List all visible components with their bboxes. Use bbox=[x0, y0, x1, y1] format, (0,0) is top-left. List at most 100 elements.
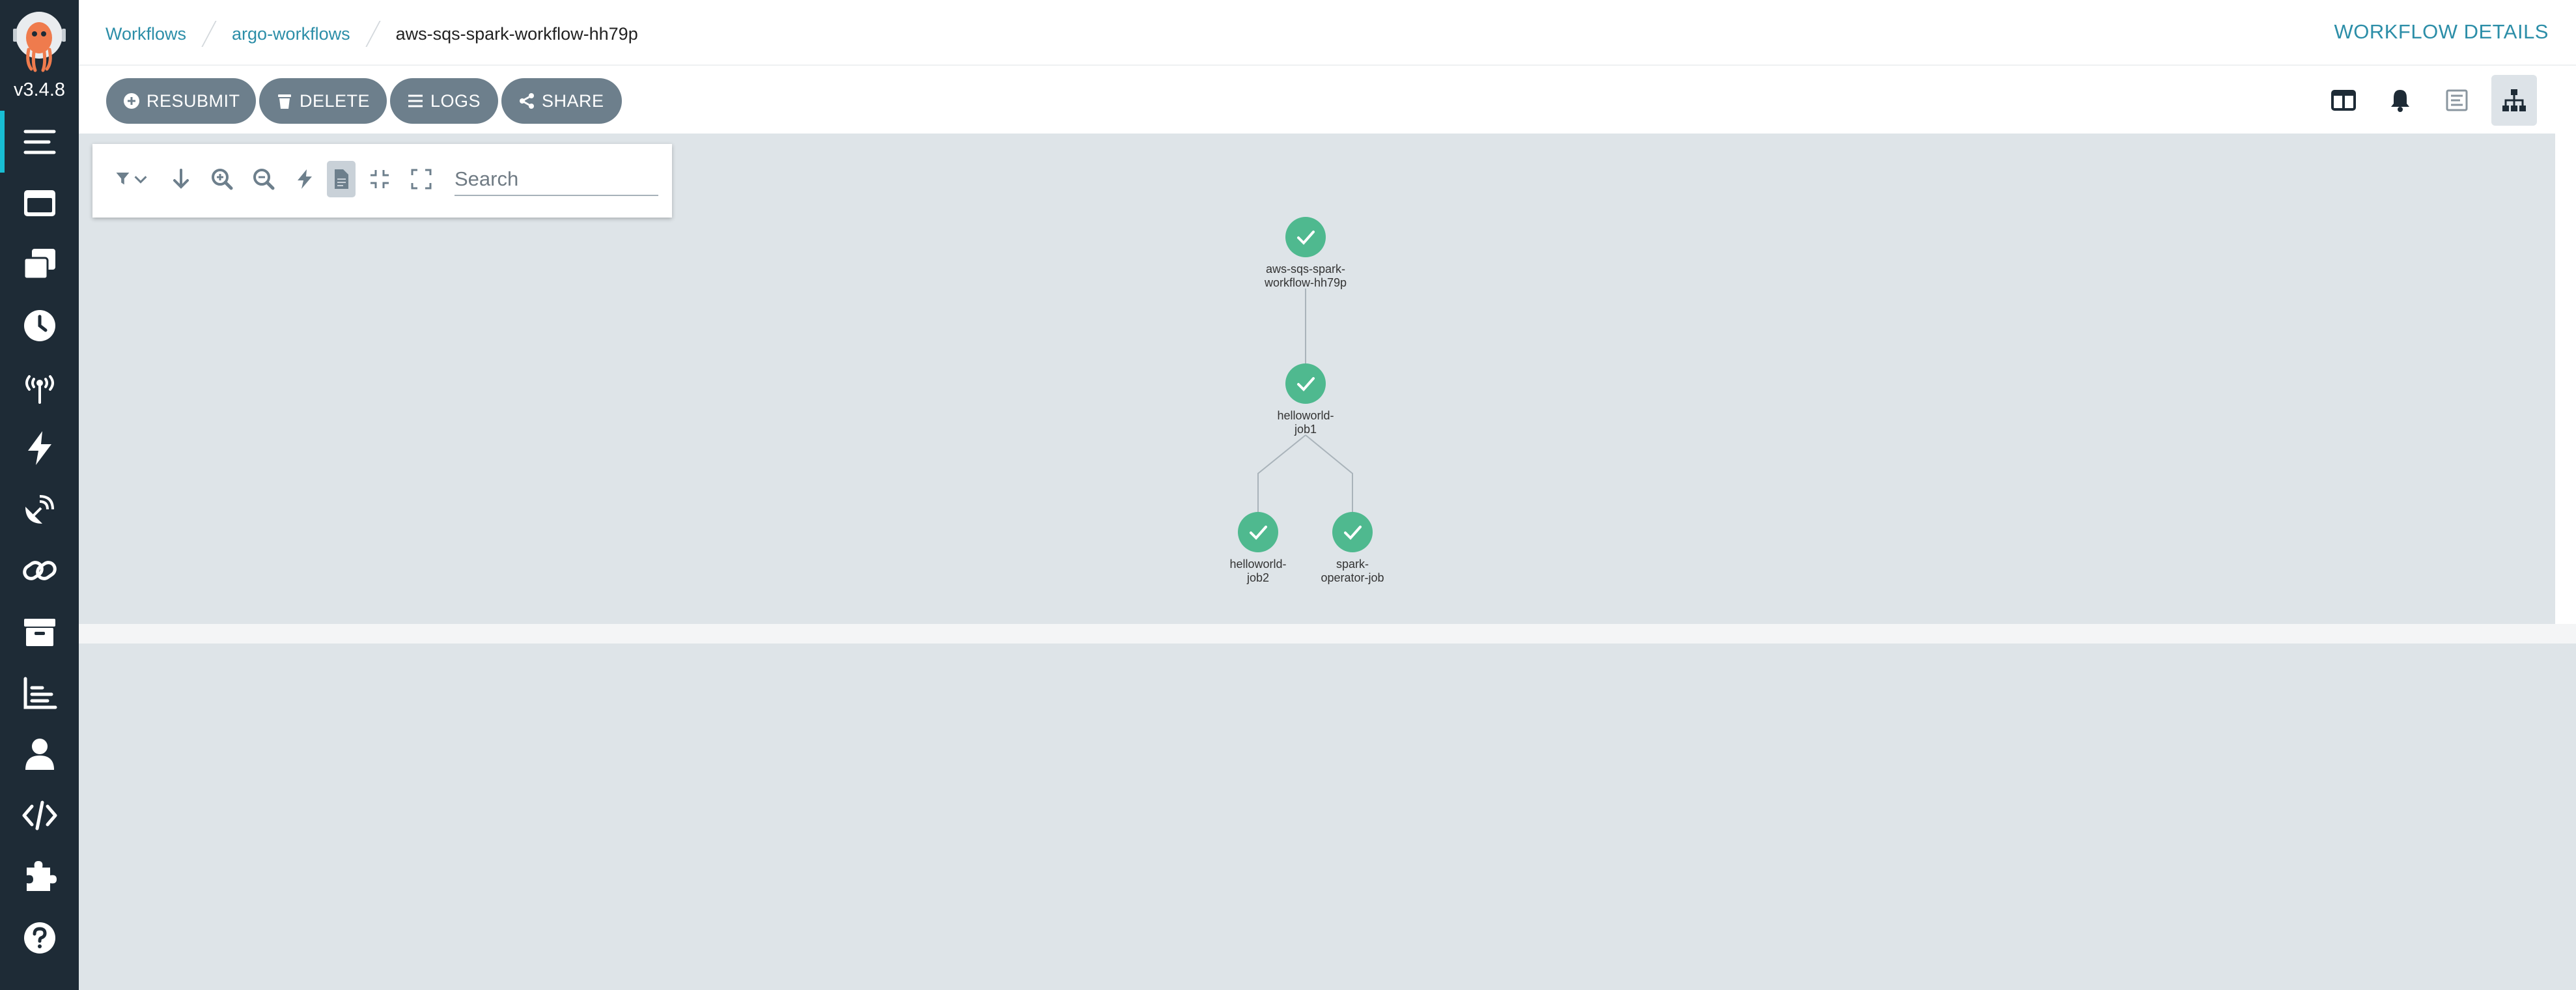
sidebar-item-reports[interactable] bbox=[0, 662, 79, 724]
sidebar-item-user[interactable] bbox=[0, 723, 79, 785]
breadcrumb-workflows-link[interactable]: Workflows bbox=[105, 24, 186, 44]
zoom-in-icon bbox=[212, 169, 233, 190]
graph-sitemap-icon bbox=[2502, 89, 2526, 111]
graph-view-button[interactable] bbox=[2491, 75, 2537, 126]
fast-render-toggle[interactable] bbox=[292, 161, 318, 197]
plus-circle-icon bbox=[124, 93, 139, 109]
summary-panel-icon bbox=[2331, 90, 2356, 111]
sidebar-item-sensors[interactable] bbox=[0, 417, 79, 479]
graph-node-root[interactable]: aws-sqs-spark-workflow-hh79p bbox=[1264, 217, 1347, 289]
broadcast-tower-icon bbox=[25, 375, 54, 404]
resubmit-button-label: RESUBMIT bbox=[147, 91, 240, 111]
sidebar-item-workflows[interactable] bbox=[0, 111, 79, 173]
clock-icon bbox=[23, 309, 55, 341]
sidebar-item-workflow-templates[interactable] bbox=[0, 172, 79, 234]
clone-icon bbox=[23, 248, 55, 279]
breadcrumb-separator bbox=[365, 21, 381, 47]
sidebar: v3.4.8 bbox=[0, 0, 79, 990]
page-header: Workflows argo-workflows aws-sqs-spark-w… bbox=[79, 0, 2576, 66]
graph-edge bbox=[1257, 434, 1306, 512]
delete-button[interactable]: DELETE bbox=[259, 78, 387, 124]
zoom-out-button[interactable] bbox=[251, 161, 277, 197]
graph-node-job1[interactable]: helloworld-job1 bbox=[1277, 363, 1334, 436]
sidebar-item-event-flow[interactable] bbox=[0, 478, 79, 540]
node-status-circle bbox=[1238, 512, 1278, 552]
direction-button[interactable] bbox=[168, 161, 194, 197]
breadcrumb-separator bbox=[201, 21, 217, 47]
logs-button[interactable]: LOGS bbox=[390, 78, 498, 124]
graph-search-input[interactable] bbox=[455, 163, 658, 196]
bolt-icon bbox=[27, 431, 51, 465]
breadcrumb-namespace-link[interactable]: argo-workflows bbox=[232, 24, 350, 44]
node-label: spark- bbox=[1336, 558, 1369, 571]
chart-bar-icon bbox=[23, 677, 57, 709]
graph-node-job2[interactable]: helloworld-job2 bbox=[1229, 512, 1287, 584]
node-label: job1 bbox=[1294, 423, 1317, 436]
bolt-icon bbox=[298, 169, 312, 189]
node-label: helloworld- bbox=[1277, 409, 1334, 422]
chevron-down-icon bbox=[134, 176, 147, 184]
action-toolbar: RESUBMIT DELETE LOGS SHARE bbox=[79, 67, 2576, 132]
sidebar-item-cluster-templates[interactable] bbox=[0, 233, 79, 295]
delete-button-label: DELETE bbox=[300, 91, 371, 111]
node-status-circle bbox=[1332, 512, 1373, 552]
sidebar-item-event-bindings[interactable] bbox=[0, 539, 79, 601]
collapse-button[interactable] bbox=[367, 161, 393, 197]
node-label: helloworld- bbox=[1229, 558, 1286, 571]
sidebar-item-cron-workflows[interactable] bbox=[0, 294, 79, 356]
workflow-graph-panel: aws-sqs-spark-workflow-hh79p helloworld-j… bbox=[79, 134, 2555, 624]
summary-panel-view-button[interactable] bbox=[2321, 75, 2366, 126]
version-label: v3.4.8 bbox=[14, 79, 65, 100]
list-icon bbox=[23, 130, 55, 154]
node-status-circle bbox=[1285, 217, 1326, 257]
sidebar-item-help[interactable] bbox=[0, 907, 79, 969]
page-title: WORKFLOW DETAILS bbox=[2334, 20, 2549, 43]
code-icon bbox=[22, 800, 57, 830]
argo-logo[interactable] bbox=[12, 9, 67, 74]
trash-icon bbox=[278, 94, 291, 109]
arrow-down-icon bbox=[173, 169, 189, 189]
share-button[interactable]: SHARE bbox=[501, 78, 622, 124]
zoom-in-button[interactable] bbox=[209, 161, 235, 197]
breadcrumb: Workflows argo-workflows aws-sqs-spark-w… bbox=[105, 21, 638, 47]
node-label: workflow-hh79p bbox=[1264, 276, 1347, 289]
satellite-dish-icon bbox=[25, 494, 54, 524]
resubmit-button[interactable]: RESUBMIT bbox=[106, 78, 256, 124]
graph-node-spark[interactable]: spark-operator-job bbox=[1321, 512, 1384, 584]
events-view-button[interactable] bbox=[2377, 75, 2423, 126]
question-circle-icon bbox=[23, 922, 55, 954]
share-alt-icon bbox=[520, 93, 534, 109]
details-panel-area bbox=[79, 644, 2576, 990]
expand-button[interactable] bbox=[408, 161, 434, 197]
zoom-out-icon bbox=[253, 169, 275, 190]
file-icon bbox=[335, 169, 348, 189]
user-icon bbox=[25, 738, 54, 770]
artifacts-toggle[interactable] bbox=[327, 161, 356, 197]
timeline-icon bbox=[2446, 89, 2468, 111]
node-label: aws-sqs-spark- bbox=[1266, 262, 1345, 276]
filter-icon bbox=[116, 173, 130, 185]
breadcrumb-current-workflow: aws-sqs-spark-workflow-hh79p bbox=[395, 23, 638, 44]
timeline-view-button[interactable] bbox=[2434, 75, 2480, 126]
puzzle-piece-icon bbox=[26, 860, 57, 891]
window-icon bbox=[23, 190, 55, 216]
archive-icon bbox=[23, 618, 55, 646]
sidebar-item-plugins[interactable] bbox=[0, 845, 79, 907]
graph-toolbar bbox=[92, 144, 672, 218]
bars-icon bbox=[408, 94, 423, 107]
expand-icon bbox=[411, 169, 432, 190]
sidebar-item-archived-workflows[interactable] bbox=[0, 601, 79, 662]
node-label: job2 bbox=[1246, 571, 1269, 584]
filter-dropdown[interactable] bbox=[112, 161, 152, 197]
link-icon bbox=[22, 560, 57, 580]
node-status-circle bbox=[1285, 363, 1326, 404]
graph-panel-footer bbox=[79, 624, 2576, 644]
share-button-label: SHARE bbox=[542, 91, 604, 111]
node-label: operator-job bbox=[1321, 571, 1384, 584]
logs-button-label: LOGS bbox=[430, 91, 481, 111]
compress-icon bbox=[371, 170, 389, 188]
sidebar-item-event-sources[interactable] bbox=[0, 356, 79, 417]
graph-edge bbox=[1305, 434, 1353, 512]
events-bell-icon bbox=[2391, 90, 2409, 112]
sidebar-item-api-docs[interactable] bbox=[0, 784, 79, 846]
